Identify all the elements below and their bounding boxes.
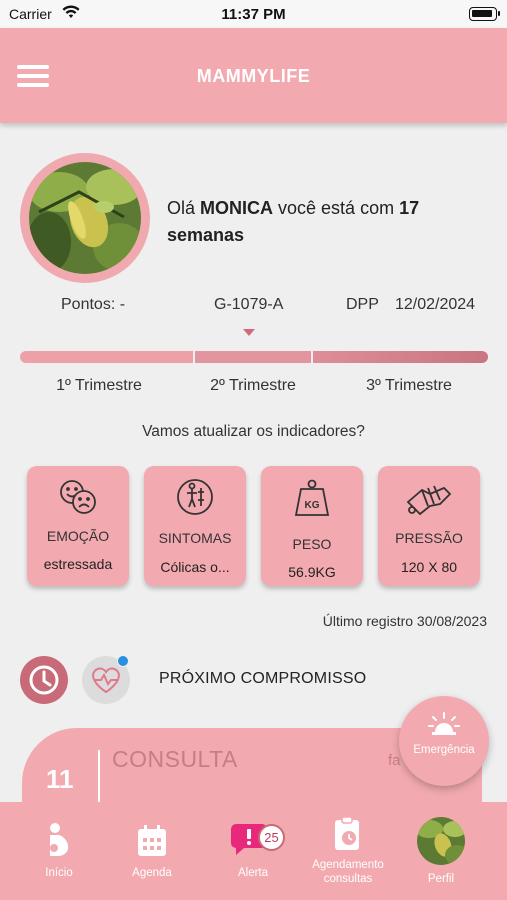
status-bar: Carrier 11:37 PM — [0, 0, 507, 28]
last-record-text: Último registro 30/08/2023 — [322, 613, 487, 629]
health-button[interactable] — [82, 655, 130, 704]
nav-agenda[interactable]: Agenda — [107, 802, 197, 900]
greeting-text: Olá MONICA você está com 17 semanas — [167, 195, 487, 249]
trimester-2-segment — [195, 351, 311, 363]
nav-inicio[interactable]: Início — [14, 802, 104, 900]
appointment-type: CONSULTA — [112, 746, 238, 772]
weight-label: PESO — [292, 536, 332, 552]
blood-pressure-icon — [378, 478, 480, 516]
symptoms-card[interactable]: SINTOMAS Cólicas o... — [144, 466, 246, 586]
greeting-middle: você está com — [273, 198, 400, 218]
clock-icon — [29, 665, 59, 695]
profile-photo-icon — [417, 817, 465, 865]
nav-agendamento[interactable]: Agendamento consultas — [302, 802, 394, 900]
dpp-label: DPP — [346, 296, 379, 313]
pregnant-woman-icon — [50, 823, 69, 856]
nav-perfil-label: Perfil — [427, 873, 455, 885]
nav-alerta[interactable]: 25 Alerta — [208, 802, 298, 900]
symptoms-label: SINTOMAS — [158, 530, 232, 546]
user-name: MONICA — [200, 198, 274, 218]
next-appointment-title: PRÓXIMO COMPROMISSO — [159, 670, 367, 687]
trimester-1-segment — [20, 351, 193, 363]
notification-dot — [117, 655, 129, 667]
pressure-value: 120 X 80 — [400, 559, 458, 575]
emotion-label: EMOÇÃO — [46, 528, 110, 544]
siren-icon — [428, 712, 460, 735]
trimester-1-label: 1º Trimestre — [56, 377, 142, 394]
emotion-faces-icon — [27, 478, 129, 516]
clock-time: 11:37 PM — [221, 6, 286, 23]
pressure-card[interactable]: PRESSÃO 120 X 80 — [378, 466, 480, 586]
nav-agenda-label: Agenda — [132, 867, 172, 879]
emergency-label: Emergência — [413, 744, 475, 756]
progress-marker-icon — [243, 329, 255, 336]
battery-icon — [469, 7, 500, 21]
trimester-3-segment — [313, 351, 488, 363]
points-label: Pontos: - — [61, 296, 126, 313]
app-title: MAMMYLIFE — [196, 66, 311, 86]
emergency-button[interactable]: Emergência — [399, 696, 489, 786]
trimester-3-label: 3º Trimestre — [366, 377, 452, 394]
calendar-icon — [138, 825, 166, 856]
nav-agendamento-label: Agendamento consultas — [312, 859, 384, 885]
appointment-day: 11 — [46, 764, 74, 794]
bottom-navigation: Início Agenda 25 Alerta Agendamento cons… — [0, 802, 507, 900]
nav-inicio-label: Início — [45, 867, 73, 879]
app-header: MAMMYLIFE — [0, 28, 507, 123]
pressure-label: PRESSÃO — [395, 530, 463, 546]
symptoms-body-icon — [144, 478, 246, 516]
avatar[interactable] — [20, 153, 150, 283]
nav-perfil[interactable]: Perfil — [396, 802, 486, 900]
avatar-photo — [29, 162, 141, 274]
update-indicators-prompt: Vamos atualizar os indicadores? — [142, 423, 365, 440]
schedule-clipboard-icon — [335, 816, 359, 850]
dpp-date: 12/02/2024 — [395, 296, 476, 313]
nav-alerta-label: Alerta — [237, 867, 269, 879]
pregnancy-code: G-1079-A — [214, 296, 284, 313]
svg-text:KG: KG — [305, 500, 320, 511]
emotion-card[interactable]: EMOÇÃO estressada — [27, 466, 129, 586]
weight-card[interactable]: KG PESO 56.9KG — [261, 466, 363, 586]
emotion-value: estressada — [43, 556, 113, 572]
trimester-progress-bar — [20, 351, 488, 363]
greeting-prefix: Olá — [167, 198, 201, 218]
weight-value: 56.9KG — [288, 564, 336, 580]
alert-count-badge: 25 — [258, 824, 285, 851]
symptoms-value: Cólicas o... — [160, 559, 230, 575]
trimester-2-label: 2º Trimestre — [210, 377, 296, 394]
clock-button[interactable] — [20, 656, 68, 704]
weight-kg-icon: KG — [261, 478, 363, 516]
